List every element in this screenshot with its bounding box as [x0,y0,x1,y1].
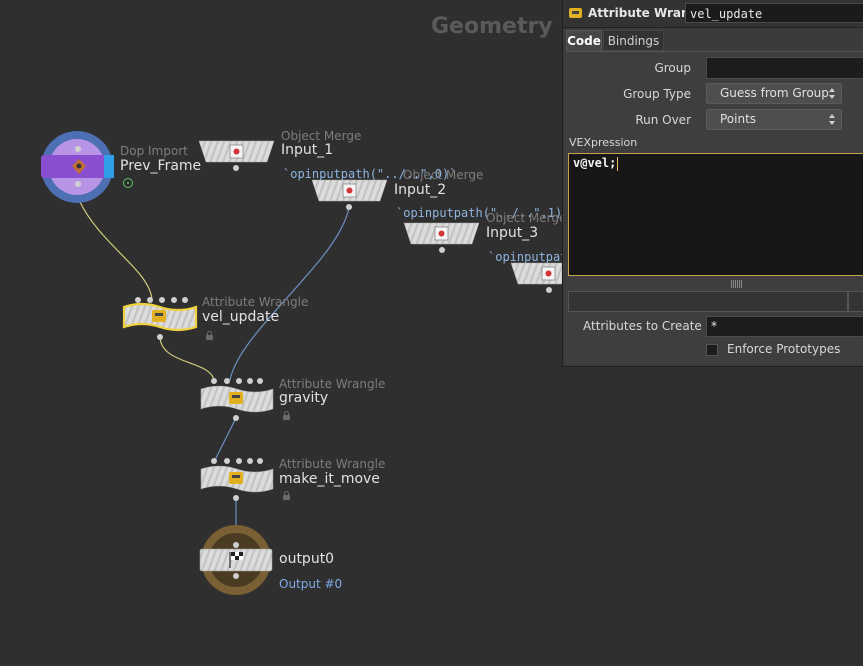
object-merge-icon [434,226,449,241]
chevron-down-icon [829,95,835,99]
group-type-label: Group Type [623,87,691,101]
output-index-label: Output #0 [279,577,343,591]
node-name-label: Input_2 [394,182,447,198]
lock-icon [283,411,290,420]
text-caret [617,157,618,171]
wrangle-icon [229,392,243,404]
enforce-prototypes-label: Enforce Prototypes [727,342,841,356]
node-partial-merge[interactable] [510,262,563,293]
node-gravity[interactable] [200,378,274,421]
node-name-field[interactable]: vel_update [685,3,863,23]
group-type-value: Guess from Group [720,86,829,100]
node-output0[interactable] [199,525,273,595]
panel-header: Attribute Wrangle vel_update [563,0,863,28]
group-type-menu[interactable]: Guess from Group [706,83,842,104]
editor-scrollbar-corner[interactable] [848,291,863,312]
vexpression-code: v@vel; [573,156,617,170]
wire-prev-frame-to-vel-update [78,199,153,301]
editor-horizontal-scrollbar[interactable] [568,291,848,312]
group-label: Group [654,61,691,75]
chevron-up-icon [829,114,835,118]
node-type-label: Dop Import [120,144,188,158]
node-name-label: gravity [279,390,329,406]
node-input-3[interactable] [403,222,480,253]
node-name-label: output0 [279,551,335,567]
run-over-menu[interactable]: Points [706,109,842,130]
node-type-label: Attribute Wrangle [279,377,386,391]
run-over-value: Points [720,112,757,126]
chevron-down-icon [829,121,835,125]
object-merge-icon [541,266,556,281]
vexpression-label: VEXpression [569,136,638,149]
node-input-1[interactable] [198,140,275,171]
lock-icon [206,331,213,340]
node-prev-frame[interactable] [41,131,114,203]
vexpression-editor[interactable]: v@vel; [568,153,863,276]
wire-gravity-to-make-it-move [214,417,237,461]
group-field[interactable] [706,57,863,79]
wrangle-icon [229,472,243,484]
attributes-to-create-field[interactable]: * [706,316,863,337]
run-over-label: Run Over [635,113,691,127]
wire-input-2-to-gravity [229,206,350,381]
tab-code[interactable]: Code [566,30,602,51]
node-input-2[interactable] [311,179,388,210]
node-type-label: Attribute Wrangle [202,295,309,309]
chevron-up-icon [829,88,835,92]
node-type-label: Object Merge [281,129,362,143]
node-type-label: Attribute Wrangle [279,457,386,471]
network-context-label: Geometry [431,14,553,39]
node-name-label: Input_1 [281,142,334,158]
node-name-label: Input_3 [486,225,539,241]
tab-bindings[interactable]: Bindings [603,30,664,51]
resize-grip-icon[interactable] [731,280,742,288]
node-type-label: Object Merge [403,168,484,182]
wrangle-icon [569,8,582,18]
node-vel-update[interactable] [122,297,198,340]
node-type-label: Object Merge [486,211,567,225]
display-flag-icon [123,178,133,188]
wires [78,199,350,545]
wire-vel-update-to-gravity [159,335,215,381]
node-name-label: vel_update [202,309,280,325]
wrangle-icon [152,310,166,322]
enforce-prototypes-checkbox[interactable] [706,344,718,356]
node-make-it-move[interactable] [200,458,274,501]
lock-icon [283,491,290,500]
attributes-to-create-label: Attributes to Create [583,319,702,333]
node-name-label: Prev_Frame [120,158,202,174]
object-merge-icon [342,183,357,198]
node-name-label: make_it_move [279,471,380,487]
object-merge-icon [229,144,244,159]
